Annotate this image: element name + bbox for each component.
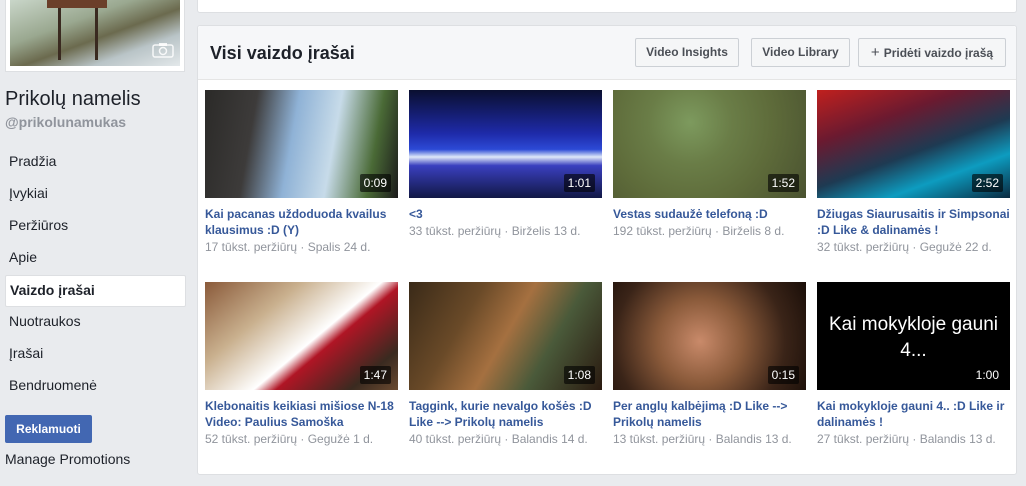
videos-title: Visi vaizdo įrašai xyxy=(210,43,355,63)
video-meta: 192 tūkst. peržiūrų · Birželis 8 d. xyxy=(613,224,785,238)
video-duration: 2:52 xyxy=(971,174,1003,192)
video-duration: 1:00 xyxy=(971,366,1003,384)
video-library-button[interactable]: Video Library xyxy=(751,38,850,67)
video-tile[interactable]: 1:08 Taggink, kurie nevalgo košės :D Lik… xyxy=(409,282,602,447)
add-video-button[interactable]: + Pridėti vaizdo įrašą xyxy=(858,38,1006,67)
video-meta: 17 tūkst. peržiūrų · Spalis 24 d. xyxy=(205,240,371,254)
page-nav: Pradžia Įvykiai Peržiūros Apie Vaizdo įr… xyxy=(5,147,186,403)
promote-button[interactable]: Reklamuoti xyxy=(5,415,92,443)
nav-videos[interactable]: Vaizdo įrašai xyxy=(5,275,186,307)
video-meta: 13 tūkst. peržiūrų · Balandis 13 d. xyxy=(613,432,792,446)
video-insights-button[interactable]: Video Insights xyxy=(635,38,739,67)
video-duration: 0:09 xyxy=(359,174,391,192)
video-title[interactable]: <3 xyxy=(409,206,602,222)
video-title[interactable]: Klebonaitis keikiasi mišiose N-18 Video:… xyxy=(205,398,398,430)
video-title[interactable]: Kai mokykloje gauni 4.. :D Like ir dalin… xyxy=(817,398,1010,430)
nav-home[interactable]: Pradžia xyxy=(5,147,186,179)
video-title[interactable]: Taggink, kurie nevalgo košės :D Like -->… xyxy=(409,398,602,430)
top-card xyxy=(197,0,1017,13)
video-thumbnail[interactable]: 0:15 xyxy=(613,282,806,390)
page-name[interactable]: Prikolų namelis xyxy=(5,88,141,111)
manage-promotions-link[interactable]: Manage Promotions xyxy=(5,451,130,467)
video-title[interactable]: Vestas sudaužė telefoną :D xyxy=(613,206,806,222)
video-meta: 52 tūkst. peržiūrų · Gegužė 1 d. xyxy=(205,432,374,446)
nav-community[interactable]: Bendruomenė xyxy=(5,371,186,403)
nav-reviews[interactable]: Peržiūros xyxy=(5,211,186,243)
video-tile[interactable]: 2:52 Džiugas Siaurusaitis ir Simpsonai :… xyxy=(817,90,1010,255)
video-thumbnail[interactable]: 1:01 xyxy=(409,90,602,198)
nav-events[interactable]: Įvykiai xyxy=(5,179,186,211)
video-duration: 1:01 xyxy=(563,174,595,192)
nav-posts[interactable]: Įrašai xyxy=(5,339,186,371)
video-meta: 32 tūkst. peržiūrų · Gegužė 22 d. xyxy=(817,240,992,254)
camera-icon[interactable] xyxy=(152,42,174,58)
nav-about[interactable]: Apie xyxy=(5,243,186,275)
video-meta: 33 tūkst. peržiūrų · Birželis 13 d. xyxy=(409,224,581,238)
video-tile[interactable]: 0:09 Kai pacanas uždoduoda kvailus klaus… xyxy=(205,90,398,255)
video-tile[interactable]: 1:52 Vestas sudaužė telefoną :D 192 tūks… xyxy=(613,90,806,239)
cover-photo[interactable] xyxy=(5,0,185,72)
video-tile[interactable]: 1:47 Klebonaitis keikiasi mišiose N-18 V… xyxy=(205,282,398,447)
video-tile[interactable]: Kai mokykloje gauni 4... 1:00 Kai mokykl… xyxy=(817,282,1010,447)
video-meta: 40 tūkst. peržiūrų · Balandis 14 d. xyxy=(409,432,588,446)
add-video-label: Pridėti vaizdo įrašą xyxy=(883,46,994,60)
videos-header: Visi vaizdo įrašai Video Insights Video … xyxy=(198,26,1016,80)
video-meta: 27 tūkst. peržiūrų · Balandis 13 d. xyxy=(817,432,996,446)
video-title[interactable]: Kai pacanas uždoduoda kvailus klausimus … xyxy=(205,206,398,238)
video-thumbnail[interactable]: Kai mokykloje gauni 4... 1:00 xyxy=(817,282,1010,390)
video-thumbnail[interactable]: 0:09 xyxy=(205,90,398,198)
video-duration: 0:15 xyxy=(767,366,799,384)
page-handle[interactable]: @prikolunamukas xyxy=(5,114,126,130)
thumbnail-slide-text: Kai mokykloje gauni 4... xyxy=(829,314,998,361)
videos-card: Visi vaizdo įrašai Video Insights Video … xyxy=(197,25,1017,475)
video-tile[interactable]: 1:01 <3 33 tūkst. peržiūrų · Birželis 13… xyxy=(409,90,602,239)
video-tile[interactable]: 0:15 Per anglų kalbėjimą :D Like --> Pri… xyxy=(613,282,806,447)
video-thumbnail[interactable]: 1:47 xyxy=(205,282,398,390)
cover-image xyxy=(10,0,180,66)
video-thumbnail[interactable]: 1:52 xyxy=(613,90,806,198)
plus-icon: + xyxy=(870,44,880,61)
video-thumbnail[interactable]: 2:52 xyxy=(817,90,1010,198)
video-duration: 1:08 xyxy=(563,366,595,384)
nav-photos[interactable]: Nuotraukos xyxy=(5,307,186,339)
video-thumbnail[interactable]: 1:08 xyxy=(409,282,602,390)
video-title[interactable]: Džiugas Siaurusaitis ir Simpsonai :D Lik… xyxy=(817,206,1010,238)
video-duration: 1:52 xyxy=(767,174,799,192)
video-title[interactable]: Per anglų kalbėjimą :D Like --> Prikolų … xyxy=(613,398,806,430)
video-duration: 1:47 xyxy=(359,366,391,384)
